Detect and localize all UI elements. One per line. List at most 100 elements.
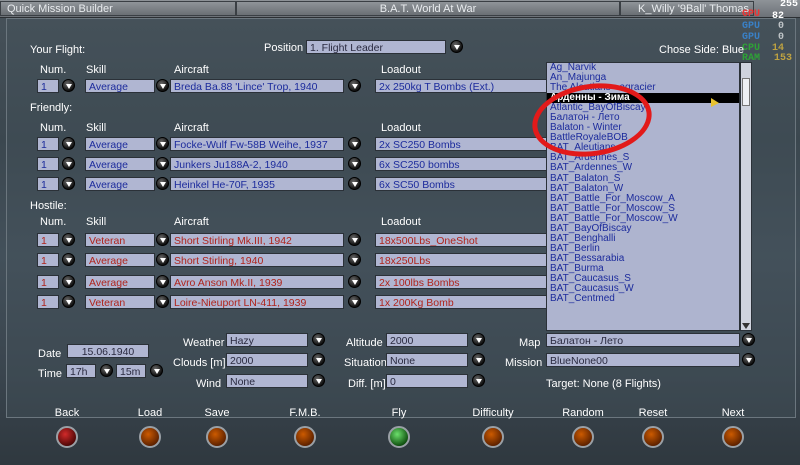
- map-field[interactable]: Балатон - Лето: [546, 333, 740, 347]
- aircraft-dropdown-icon[interactable]: [348, 295, 361, 308]
- skill-field[interactable]: Average: [85, 253, 155, 267]
- aircraft-dropdown-icon[interactable]: [348, 233, 361, 246]
- aircraft-dropdown-icon[interactable]: [348, 79, 361, 92]
- skill-field[interactable]: Average: [85, 137, 155, 151]
- altitude-dropdown-icon[interactable]: [472, 333, 485, 346]
- hour-field[interactable]: 17h: [66, 364, 96, 378]
- num-dropdown-icon[interactable]: [62, 79, 75, 92]
- date-field[interactable]: 15.06.1940: [67, 344, 149, 358]
- skill-dropdown-icon[interactable]: [156, 79, 169, 92]
- skill-dropdown-icon[interactable]: [156, 275, 169, 288]
- hour-dropdown-icon[interactable]: [100, 364, 113, 377]
- button-label[interactable]: F.M.B.: [275, 407, 335, 419]
- tab-quick-mission-builder[interactable]: Quick Mission Builder: [0, 1, 236, 16]
- map-list-item[interactable]: BAT_Ardennes_W: [547, 163, 739, 173]
- num-dropdown-icon[interactable]: [62, 275, 75, 288]
- num-field[interactable]: 1: [37, 79, 59, 93]
- button-label[interactable]: Fly: [369, 407, 429, 419]
- aircraft-field[interactable]: Junkers Ju188A-2, 1940: [170, 157, 344, 171]
- aircraft-field[interactable]: Short Stirling Mk.III, 1942: [170, 233, 344, 247]
- num-field[interactable]: 1: [37, 137, 59, 151]
- button-lamp-icon[interactable]: [388, 426, 410, 448]
- loadout-field[interactable]: 6x SC250 bombs: [375, 157, 547, 171]
- skill-field[interactable]: Average: [85, 157, 155, 171]
- loadout-field[interactable]: 2x 100lbs Bombs: [375, 275, 547, 289]
- button-lamp-icon[interactable]: [482, 426, 504, 448]
- situation-field[interactable]: None: [386, 353, 468, 367]
- button-label[interactable]: Load: [120, 407, 180, 419]
- num-field[interactable]: 1: [37, 275, 59, 289]
- button-label[interactable]: Save: [187, 407, 247, 419]
- button-label[interactable]: Next: [703, 407, 763, 419]
- button-label[interactable]: Random: [553, 407, 613, 419]
- mission-field[interactable]: BlueNone00: [546, 353, 740, 367]
- position-field[interactable]: 1. Flight Leader: [306, 40, 446, 54]
- position-dropdown-icon[interactable]: [450, 40, 463, 53]
- skill-dropdown-icon[interactable]: [156, 137, 169, 150]
- minute-field[interactable]: 15m: [116, 364, 146, 378]
- skill-field[interactable]: Average: [85, 177, 155, 191]
- altitude-field[interactable]: 2000: [386, 333, 468, 347]
- skill-field[interactable]: Average: [85, 79, 155, 93]
- button-label[interactable]: Reset: [623, 407, 683, 419]
- diff-field[interactable]: 0: [386, 374, 468, 388]
- skill-dropdown-icon[interactable]: [156, 295, 169, 308]
- diff-dropdown-icon[interactable]: [472, 374, 485, 387]
- button-label[interactable]: Back: [37, 407, 97, 419]
- scroll-down-icon[interactable]: [742, 321, 750, 329]
- aircraft-field[interactable]: Heinkel He-70F, 1935: [170, 177, 344, 191]
- loadout-field[interactable]: 18x250Lbs: [375, 253, 547, 267]
- clouds-field[interactable]: 2000: [226, 353, 308, 367]
- num-dropdown-icon[interactable]: [62, 137, 75, 150]
- num-dropdown-icon[interactable]: [62, 253, 75, 266]
- aircraft-field[interactable]: Short Stirling, 1940: [170, 253, 344, 267]
- skill-field[interactable]: Veteran: [85, 295, 155, 309]
- loadout-field[interactable]: 1x 200Kg Bomb: [375, 295, 547, 309]
- aircraft-dropdown-icon[interactable]: [348, 253, 361, 266]
- button-label[interactable]: Difficulty: [463, 407, 523, 419]
- skill-dropdown-icon[interactable]: [156, 177, 169, 190]
- button-lamp-icon[interactable]: [139, 426, 161, 448]
- loadout-field[interactable]: 2x 250kg T Bombs (Ext.): [375, 79, 547, 93]
- loadout-field[interactable]: 6x SC50 Bombs: [375, 177, 547, 191]
- skill-field[interactable]: Veteran: [85, 233, 155, 247]
- skill-field[interactable]: Average: [85, 275, 155, 289]
- num-dropdown-icon[interactable]: [62, 177, 75, 190]
- num-field[interactable]: 1: [37, 233, 59, 247]
- aircraft-field[interactable]: Breda Ba.88 'Lince' Trop, 1940: [170, 79, 344, 93]
- skill-dropdown-icon[interactable]: [156, 157, 169, 170]
- aircraft-field[interactable]: Loire-Nieuport LN-411, 1939: [170, 295, 344, 309]
- button-lamp-icon[interactable]: [294, 426, 316, 448]
- weather-dropdown-icon[interactable]: [312, 333, 325, 346]
- weather-field[interactable]: Hazy: [226, 333, 308, 347]
- num-field[interactable]: 1: [37, 177, 59, 191]
- situation-dropdown-icon[interactable]: [472, 353, 485, 366]
- button-lamp-icon[interactable]: [642, 426, 664, 448]
- num-field[interactable]: 1: [37, 253, 59, 267]
- minute-dropdown-icon[interactable]: [150, 364, 163, 377]
- num-field[interactable]: 1: [37, 295, 59, 309]
- button-lamp-icon[interactable]: [722, 426, 744, 448]
- wind-dropdown-icon[interactable]: [312, 374, 325, 387]
- button-lamp-icon[interactable]: [56, 426, 78, 448]
- num-field[interactable]: 1: [37, 157, 59, 171]
- map-list-item[interactable]: BAT_Centmed: [547, 294, 739, 304]
- wind-field[interactable]: None: [226, 374, 308, 388]
- skill-dropdown-icon[interactable]: [156, 233, 169, 246]
- aircraft-dropdown-icon[interactable]: [348, 157, 361, 170]
- aircraft-dropdown-icon[interactable]: [348, 177, 361, 190]
- button-lamp-icon[interactable]: [572, 426, 594, 448]
- num-dropdown-icon[interactable]: [62, 157, 75, 170]
- scrollbar-thumb[interactable]: [742, 78, 750, 106]
- aircraft-dropdown-icon[interactable]: [348, 275, 361, 288]
- aircraft-dropdown-icon[interactable]: [348, 137, 361, 150]
- aircraft-field[interactable]: Avro Anson Mk.II, 1939: [170, 275, 344, 289]
- mission-dropdown-icon[interactable]: [742, 353, 755, 366]
- skill-dropdown-icon[interactable]: [156, 253, 169, 266]
- num-dropdown-icon[interactable]: [62, 233, 75, 246]
- clouds-dropdown-icon[interactable]: [312, 353, 325, 366]
- map-dropdown-icon[interactable]: [742, 333, 755, 346]
- button-lamp-icon[interactable]: [206, 426, 228, 448]
- num-dropdown-icon[interactable]: [62, 295, 75, 308]
- loadout-field[interactable]: 2x SC250 Bombs: [375, 137, 547, 151]
